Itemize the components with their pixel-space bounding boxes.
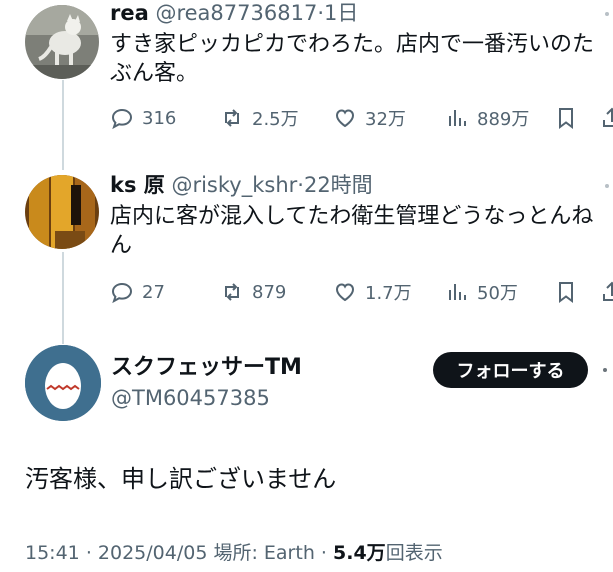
- views-button[interactable]: 889万: [445, 103, 529, 133]
- retweet-count: 2.5万: [252, 109, 299, 130]
- reply-button[interactable]: 316: [110, 103, 176, 133]
- retweet-button[interactable]: 879: [220, 277, 286, 307]
- retweet-icon: [225, 283, 239, 301]
- author-handle[interactable]: @TM60457385: [111, 385, 270, 411]
- heart-icon: [335, 283, 355, 302]
- reply-icon: [111, 282, 133, 304]
- tweet-meta: 15:41 · 2025/04/05 場所: Earth · 5.4万回表示: [25, 541, 443, 565]
- doorway-photo-avatar[interactable]: [25, 175, 99, 249]
- reply-icon: [111, 108, 133, 130]
- more-options-icon[interactable]: [605, 12, 609, 16]
- separator: ·: [320, 542, 327, 564]
- like-button[interactable]: 1.7万: [333, 277, 412, 307]
- egg-avatar[interactable]: [25, 345, 101, 421]
- action-bar: 316 2.5万 32万 889万: [110, 103, 613, 133]
- author-handle[interactable]: @risky_kshr: [171, 173, 297, 197]
- retweet-icon: [225, 109, 239, 127]
- action-bar: 27 879 1.7万 50万: [110, 277, 613, 307]
- follow-button[interactable]: フォローする: [433, 352, 588, 388]
- tweet-date[interactable]: 2025/04/05: [98, 542, 208, 564]
- share-button[interactable]: [600, 277, 613, 307]
- tweet-header: rea @rea87736817·1日: [110, 0, 358, 26]
- timestamp[interactable]: 1日: [324, 1, 358, 25]
- views-label: 回表示: [385, 542, 443, 564]
- like-count: 1.7万: [365, 283, 412, 304]
- timestamp[interactable]: 22時間: [304, 173, 373, 197]
- share-button[interactable]: [600, 103, 613, 133]
- retweet-button[interactable]: 2.5万: [220, 103, 299, 133]
- like-count: 32万: [365, 109, 406, 130]
- author-name[interactable]: ks 原: [110, 173, 165, 197]
- more-options-icon[interactable]: [605, 184, 609, 188]
- tweet-text: 汚客様、申し訳ございません: [25, 465, 337, 493]
- views-button[interactable]: 50万: [445, 277, 518, 307]
- separator: ·: [85, 542, 92, 564]
- reply-tweet[interactable]: rea @rea87736817·1日 すき家ピッカピカでわろた。店内で一番汚い…: [0, 0, 613, 160]
- tweet-text: すき家ピッカピカでわろた。店内で一番汚いのたぶん客。: [110, 32, 595, 86]
- separator: ·: [297, 173, 304, 197]
- heart-icon: [335, 109, 355, 128]
- location: 場所: Earth: [213, 542, 315, 564]
- bookmark-icon: [559, 108, 573, 129]
- reply-button[interactable]: 27: [110, 277, 165, 307]
- reply-count: 27: [142, 281, 165, 303]
- author-name[interactable]: スクフェッサーTM: [111, 355, 302, 381]
- author-handle[interactable]: @rea87736817: [155, 1, 317, 25]
- more-options-icon[interactable]: [603, 368, 607, 372]
- tweet-header: ks 原 @risky_kshr·22時間: [110, 172, 373, 198]
- bookmark-button[interactable]: [554, 277, 578, 307]
- views-count: 5.4万: [333, 542, 386, 564]
- cat-photo-avatar[interactable]: [25, 5, 99, 79]
- view-count: 889万: [477, 109, 530, 130]
- share-icon: [603, 107, 613, 127]
- author-name[interactable]: rea: [110, 1, 149, 25]
- share-icon: [603, 281, 613, 301]
- retweet-count: 879: [252, 281, 287, 303]
- separator: ·: [317, 1, 325, 25]
- bookmark-button[interactable]: [554, 103, 578, 133]
- tweet-text: 店内に客が混入してたわ衛生管理どうなっとんねん: [110, 204, 594, 258]
- like-button[interactable]: 32万: [333, 103, 406, 133]
- analytics-icon: [449, 284, 466, 300]
- view-count: 50万: [477, 283, 518, 304]
- analytics-icon: [449, 110, 466, 126]
- reply-count: 316: [142, 107, 177, 129]
- tweet-time[interactable]: 15:41: [25, 542, 80, 564]
- bookmark-icon: [559, 282, 573, 303]
